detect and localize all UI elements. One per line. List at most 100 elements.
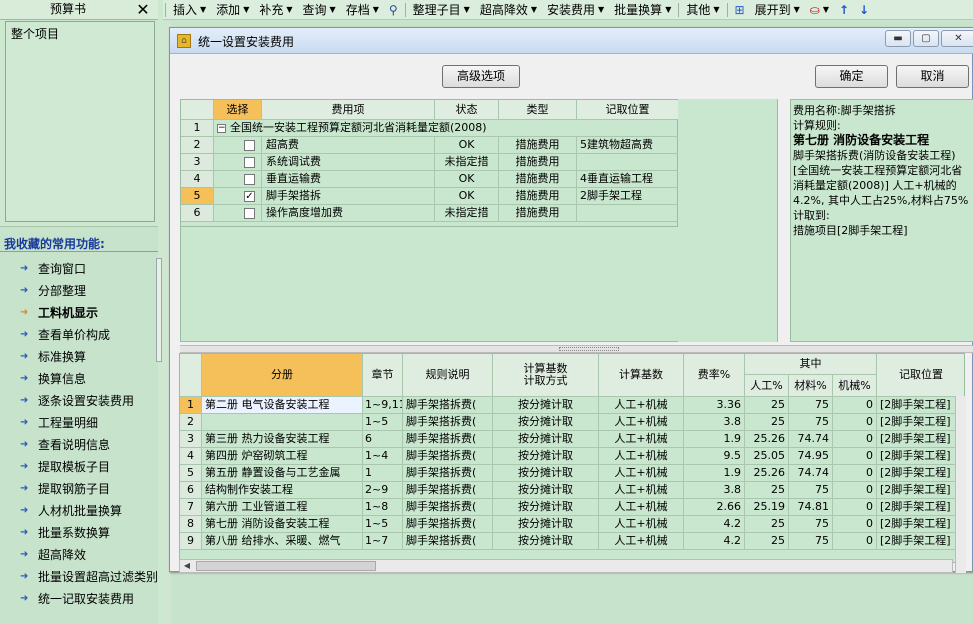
- material-cell[interactable]: 74.81: [789, 499, 833, 516]
- select-cell[interactable]: [214, 171, 262, 188]
- column-position[interactable]: 记取位置: [577, 100, 679, 120]
- rate-cell[interactable]: 9.5: [684, 448, 745, 465]
- base-cell[interactable]: 人工+机械: [599, 431, 684, 448]
- material-cell[interactable]: 75: [789, 482, 833, 499]
- favorite-item[interactable]: ➜ 标准换算: [20, 346, 86, 368]
- favorite-item[interactable]: ➜ 提取模板子目: [20, 456, 110, 478]
- position-cell[interactable]: 2脚手架工程: [577, 188, 679, 205]
- rule-cell[interactable]: 脚手架搭拆费(: [403, 533, 493, 550]
- pane-splitter[interactable]: [180, 345, 973, 353]
- maximize-button[interactable]: ▢: [913, 30, 939, 47]
- machine-cell[interactable]: 0: [833, 465, 877, 482]
- base-cell[interactable]: 人工+机械: [599, 533, 684, 550]
- type-cell[interactable]: 措施费用: [499, 205, 577, 222]
- expand-to-menu[interactable]: 展开到 ▼: [750, 1, 805, 19]
- close-icon[interactable]: ✕: [134, 0, 152, 20]
- checkbox[interactable]: [244, 207, 255, 219]
- rate-cell[interactable]: 4.2: [684, 533, 745, 550]
- chapter-cell[interactable]: 1~4: [363, 448, 403, 465]
- column-position[interactable]: 记取位置: [877, 354, 964, 397]
- book-cell[interactable]: [202, 414, 363, 431]
- ok-button[interactable]: 确定: [815, 65, 888, 88]
- supplement-menu[interactable]: 补充 ▼: [254, 1, 297, 19]
- column-rule[interactable]: 规则说明: [403, 354, 493, 397]
- column-machine[interactable]: 机械%: [833, 375, 877, 397]
- chapter-cell[interactable]: 1~9,11: [363, 397, 403, 414]
- rate-cell[interactable]: 3.36: [684, 397, 745, 414]
- book-cell[interactable]: 第七册 消防设备安装工程: [202, 516, 363, 533]
- scrollbar[interactable]: [156, 258, 162, 362]
- book-cell[interactable]: 第三册 热力设备安装工程: [202, 431, 363, 448]
- book-cell[interactable]: 第八册 给排水、采暖、燃气: [202, 533, 363, 550]
- checkbox[interactable]: [244, 156, 255, 168]
- batch-convert-menu[interactable]: 批量换算 ▼: [609, 1, 676, 19]
- expand-tree-icon[interactable]: ⊞: [730, 1, 750, 19]
- position-cell[interactable]: [2脚手架工程]: [877, 431, 964, 448]
- status-cell[interactable]: OK: [435, 188, 499, 205]
- type-cell[interactable]: 措施费用: [499, 188, 577, 205]
- position-cell[interactable]: [2脚手架工程]: [877, 499, 964, 516]
- position-cell[interactable]: 5建筑物超高费: [577, 137, 679, 154]
- fee-item-cell[interactable]: 脚手架搭拆: [262, 188, 435, 205]
- base-cell[interactable]: 人工+机械: [599, 482, 684, 499]
- cancel-button[interactable]: 取消: [896, 65, 969, 88]
- column-book[interactable]: 分册: [202, 354, 363, 397]
- base-cell[interactable]: 人工+机械: [599, 448, 684, 465]
- method-cell[interactable]: 按分摊计取: [493, 465, 599, 482]
- column-select[interactable]: 选择: [214, 100, 262, 120]
- machine-cell[interactable]: 0: [833, 397, 877, 414]
- material-cell[interactable]: 75: [789, 397, 833, 414]
- fee-item-cell[interactable]: 垂直运输费: [262, 171, 435, 188]
- machine-cell[interactable]: 0: [833, 516, 877, 533]
- column-status[interactable]: 状态: [435, 100, 499, 120]
- book-cell[interactable]: 第二册 电气设备安装工程: [202, 397, 363, 414]
- method-cell[interactable]: 按分摊计取: [493, 516, 599, 533]
- chapter-cell[interactable]: 1: [363, 465, 403, 482]
- height-reduction-menu[interactable]: 超高降效 ▼: [475, 1, 542, 19]
- organize-items-menu[interactable]: 整理子目 ▼: [408, 1, 475, 19]
- method-cell[interactable]: 按分摊计取: [493, 499, 599, 516]
- checkbox[interactable]: ✓: [244, 190, 255, 202]
- machine-cell[interactable]: 0: [833, 482, 877, 499]
- rule-cell[interactable]: 脚手架搭拆费(: [403, 482, 493, 499]
- rate-cell[interactable]: 3.8: [684, 482, 745, 499]
- add-menu[interactable]: 添加 ▼: [211, 1, 254, 19]
- rate-cell[interactable]: 2.66: [684, 499, 745, 516]
- column-labor[interactable]: 人工%: [745, 375, 789, 397]
- favorite-item[interactable]: ➜ 查询窗口: [20, 258, 86, 280]
- binoculars-icon[interactable]: ⚲: [384, 1, 403, 19]
- rate-cell[interactable]: 1.9: [684, 431, 745, 448]
- select-cell[interactable]: [214, 205, 262, 222]
- method-cell[interactable]: 按分摊计取: [493, 448, 599, 465]
- base-cell[interactable]: 人工+机械: [599, 414, 684, 431]
- position-cell[interactable]: [2脚手架工程]: [877, 533, 964, 550]
- status-cell[interactable]: 未指定措: [435, 205, 499, 222]
- status-cell[interactable]: OK: [435, 171, 499, 188]
- status-cell[interactable]: 未指定措: [435, 154, 499, 171]
- favorite-item[interactable]: ➜ 批量系数换算: [20, 522, 110, 544]
- material-cell[interactable]: 74.74: [789, 465, 833, 482]
- position-cell[interactable]: [2脚手架工程]: [877, 448, 964, 465]
- position-cell[interactable]: [2脚手架工程]: [877, 414, 964, 431]
- status-cell[interactable]: OK: [435, 137, 499, 154]
- favorite-item[interactable]: ➜ 人材机批量换算: [20, 500, 122, 522]
- column-material[interactable]: 材料%: [789, 375, 833, 397]
- machine-cell[interactable]: 0: [833, 499, 877, 516]
- rule-cell[interactable]: 脚手架搭拆费(: [403, 516, 493, 533]
- labor-cell[interactable]: 25.26: [745, 465, 789, 482]
- method-cell[interactable]: 按分摊计取: [493, 414, 599, 431]
- type-cell[interactable]: 措施费用: [499, 154, 577, 171]
- select-cell[interactable]: [214, 137, 262, 154]
- position-cell[interactable]: [577, 154, 679, 171]
- favorite-item[interactable]: ➜ 逐条设置安装费用: [20, 390, 134, 412]
- labor-cell[interactable]: 25: [745, 482, 789, 499]
- book-cell[interactable]: 结构制作安装工程: [202, 482, 363, 499]
- checkbox[interactable]: [244, 173, 255, 185]
- machine-cell[interactable]: 0: [833, 448, 877, 465]
- machine-cell[interactable]: 0: [833, 431, 877, 448]
- install-cost-menu[interactable]: 安装费用 ▼: [542, 1, 609, 19]
- select-cell[interactable]: [214, 154, 262, 171]
- column-type[interactable]: 类型: [499, 100, 577, 120]
- favorite-item[interactable]: ➜ 换算信息: [20, 368, 86, 390]
- column-method[interactable]: 计算基数 计取方式: [493, 354, 599, 397]
